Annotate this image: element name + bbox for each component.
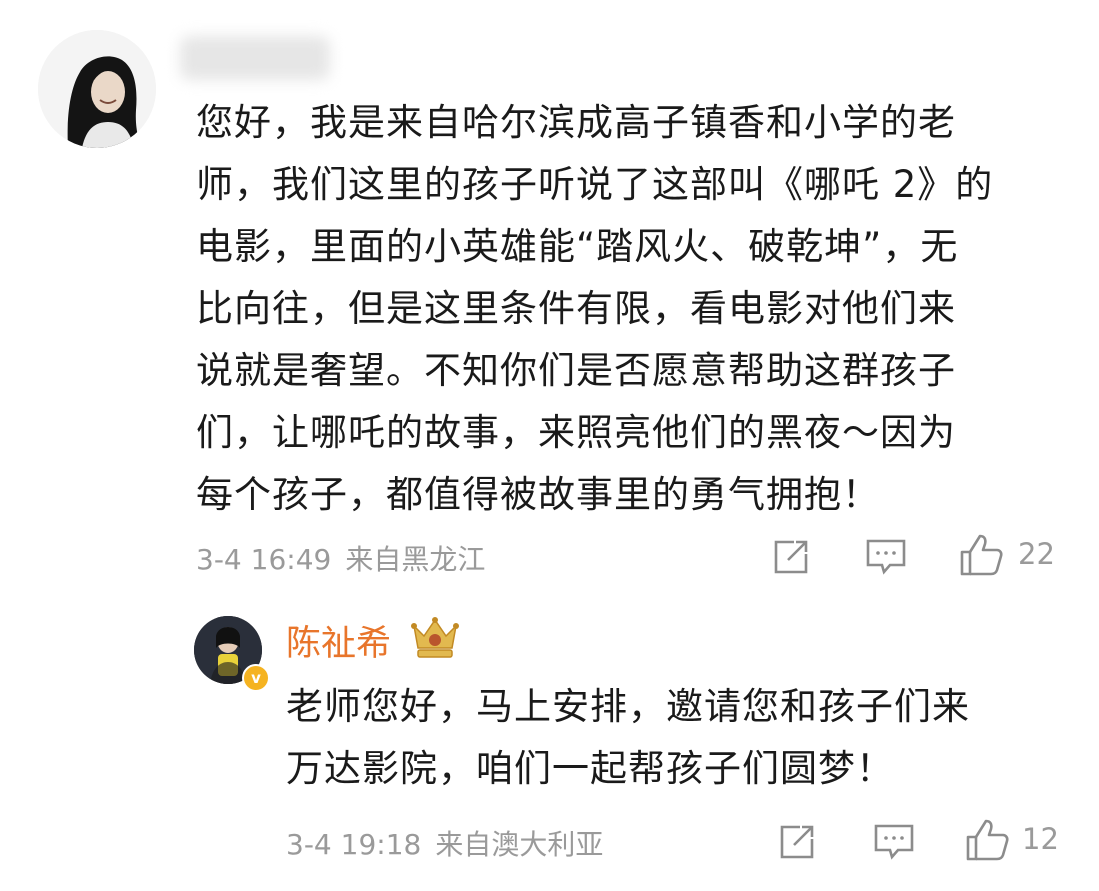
reply-location: 来自澳大利亚 (435, 828, 604, 861)
share-icon[interactable] (770, 536, 812, 582)
reply-text: 老师您好，马上安排，邀请您和孩子们来 万达影院，咱们一起帮孩子们圆梦！ (286, 685, 970, 790)
verified-icon: v (242, 664, 270, 692)
reply-time: 3-4 19:18 (286, 828, 422, 861)
commenter-avatar[interactable] (38, 30, 156, 148)
comment-meta: 3-4 16:49 来自黑龙江 (196, 538, 485, 578)
comment-text: 您好，我是来自哈尔滨成高子镇香和小学的老 师，我们这里的孩子听说了这部叫《哪吒 … (196, 101, 994, 516)
reply-comment-icon[interactable] (872, 821, 916, 867)
reply-meta: 3-4 19:18 来自澳大利亚 (286, 823, 603, 863)
comment-time: 3-4 16:49 (196, 543, 332, 576)
reply-share-icon[interactable] (776, 821, 818, 867)
reply-like-count: 12 (1022, 822, 1059, 856)
comment-location: 来自黑龙江 (345, 543, 486, 576)
thumbs-up-icon[interactable] (958, 532, 1004, 582)
crown-icon (408, 616, 462, 664)
like-count: 22 (1018, 537, 1055, 571)
reply-username[interactable]: 陈祉希 (286, 615, 391, 666)
commenter-name-blurred (180, 36, 330, 80)
comment-icon[interactable] (864, 536, 908, 582)
reply-thumbs-up-icon[interactable] (964, 817, 1010, 867)
